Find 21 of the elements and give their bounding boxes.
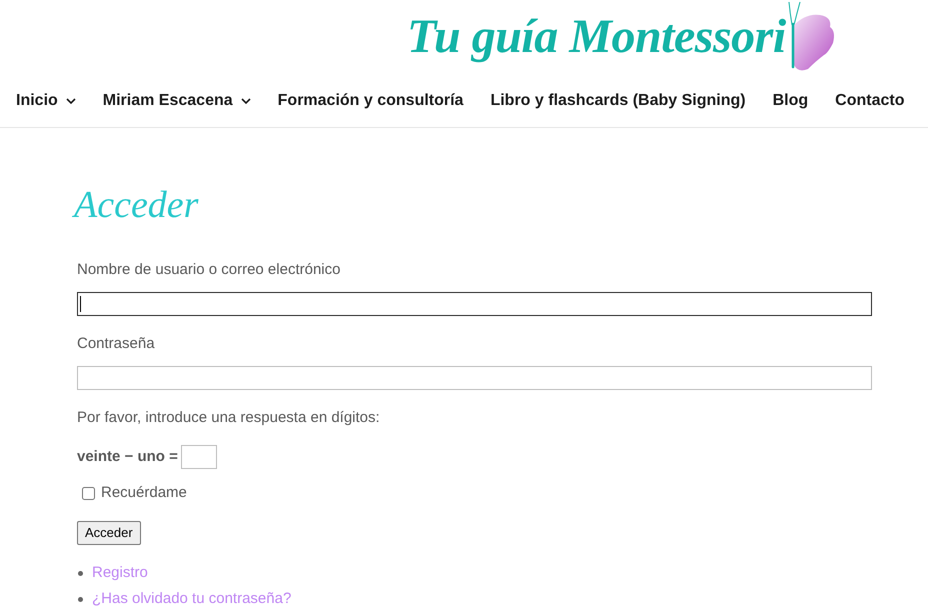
page-title: Acceder xyxy=(74,186,198,224)
password-field[interactable] xyxy=(77,366,872,390)
captcha-instruction: Por favor, introduce una respuesta en dígitos: xyxy=(77,408,380,428)
nav-link[interactable]: Formación y consultoría xyxy=(278,88,464,112)
nav-link[interactable]: Blog xyxy=(772,88,808,112)
captcha-answer-field[interactable] xyxy=(180,445,217,469)
nav-link[interactable]: Miriam Escacena xyxy=(102,88,251,112)
submit-button[interactable]: Acceder xyxy=(77,521,141,545)
bullet-icon xyxy=(78,570,83,576)
butterfly-icon xyxy=(788,1,836,73)
field-label: Contraseña xyxy=(77,334,155,354)
username-field[interactable] xyxy=(77,292,872,316)
nav-link[interactable]: Inicio xyxy=(16,88,76,112)
logo-text: Tu guía Montessori xyxy=(407,13,786,61)
remember-label: Recuérdame xyxy=(101,483,187,503)
field-label: Nombre de usuario o correo electrónico xyxy=(77,260,340,280)
bullet-icon xyxy=(78,596,83,602)
remember-checkbox[interactable] xyxy=(82,486,95,500)
nav-link[interactable]: Contacto xyxy=(835,88,904,112)
nav-link[interactable]: Libro y flashcards (Baby Signing) xyxy=(490,88,746,112)
captcha-question: veinte − uno = xyxy=(77,447,178,467)
